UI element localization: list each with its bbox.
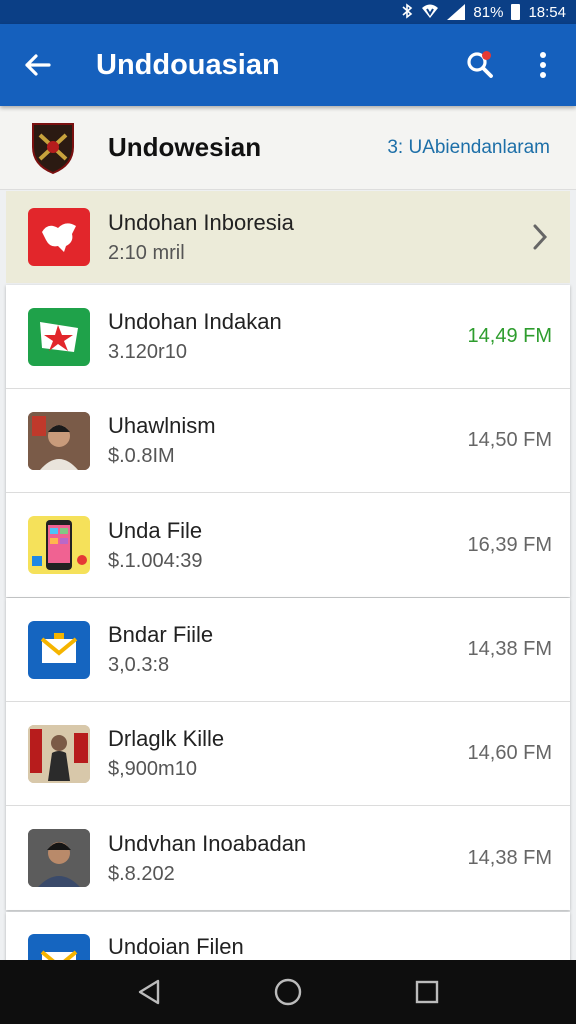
app-title: Unddouasian	[96, 48, 280, 81]
person-photo-icon	[28, 724, 90, 783]
person-photo-icon	[28, 829, 90, 887]
status-time: 18:54	[528, 3, 566, 21]
list-item-sub: $,900m10	[108, 758, 197, 780]
list-item[interactable]: Drlaglk Kille $,900m10 14,60 FM	[6, 702, 570, 806]
list-item-name: Drlaglk Kille	[108, 726, 225, 751]
wifi-icon	[421, 3, 439, 22]
list-item-time: 14,60 FM	[467, 742, 552, 764]
list-item-time: 14,38 FM	[467, 638, 552, 660]
more-vert-icon	[540, 52, 546, 78]
featured-sub: 2:10 mril	[108, 241, 185, 264]
list-item-sub: 3.120r10	[108, 341, 187, 363]
list-item-time: 14,50 FM	[467, 429, 552, 451]
bluetooth-icon	[401, 2, 413, 22]
list-item[interactable]: Unda File $.1.004:39 16,39 FM	[6, 493, 570, 597]
battery-icon	[511, 4, 521, 20]
list-item-time: 14,49 FM	[467, 325, 552, 347]
red-app-icon	[28, 208, 90, 266]
phone-app-icon	[28, 516, 90, 574]
person-photo-icon	[28, 411, 90, 470]
list-item[interactable]: Undvhan Inoabadan $.8.202 14,38 FM	[6, 806, 570, 910]
notification-dot	[482, 51, 491, 60]
signal-icon	[447, 4, 466, 20]
list-card: Bndar Fiile 3,0.3:8 14,38 FM Drlaglk Kil…	[6, 598, 570, 910]
list-item-time: 16,39 FM	[467, 533, 552, 556]
nav-back-icon	[139, 979, 160, 1005]
nav-home-icon	[274, 978, 302, 1006]
nav-recents-icon	[415, 980, 438, 1004]
battery-percent: 81%	[473, 3, 504, 21]
list-card: Undohan Indakan 3.120r10 14,49 FM Uhawln…	[6, 285, 570, 597]
search-button[interactable]	[450, 24, 510, 106]
header-link[interactable]: 3: UAbiendanlaram	[387, 137, 550, 159]
nav-home-button[interactable]	[268, 972, 308, 1012]
green-star-app-icon	[28, 307, 90, 366]
list-item[interactable]: Bndar Fiile 3,0.3:8 14,38 FM	[6, 598, 570, 702]
arrow-left-icon	[25, 54, 51, 76]
back-button[interactable]	[0, 24, 74, 106]
header-title: Undowesian	[108, 132, 262, 162]
list-item-name: Undoian Filen	[108, 934, 244, 959]
status-bar: 81% 18:54	[0, 0, 576, 24]
list-item-sub: $.8.202	[108, 862, 175, 885]
featured-name: Undohan Inboresia	[108, 209, 294, 235]
chevron-right-icon	[533, 224, 548, 250]
crest-icon	[32, 122, 74, 174]
list-item-time: 14,38 FM	[467, 846, 552, 869]
header-row: Undowesian 3: UAbiendanlaram	[0, 106, 576, 190]
list-item[interactable]: Undohan Indakan 3.120r10 14,49 FM	[6, 285, 570, 389]
list-item[interactable]: Uhawlnism $.0.8IM 14,50 FM	[6, 389, 570, 493]
list-item-name: Bndar Fiile	[108, 622, 214, 647]
list-item-sub: $.1.004:39	[108, 549, 203, 572]
mail-app-icon	[28, 620, 90, 679]
list-item-sub: 3,0.3:8	[108, 654, 170, 676]
list-item-name: Undohan Indakan	[108, 309, 282, 334]
list-item-sub: $.0.8IM	[108, 445, 175, 467]
list-item-name: Unda File	[108, 517, 203, 543]
navigation-bar	[0, 960, 576, 1024]
list-item-name: Uhawlnism	[108, 413, 216, 438]
nav-back-button[interactable]	[129, 972, 169, 1012]
app-bar: Unddouasian	[0, 24, 576, 106]
nav-recents-button[interactable]	[407, 972, 447, 1012]
featured-row[interactable]: Undohan Inboresia 2:10 mril	[6, 191, 570, 283]
list-item-name: Undvhan Inoabadan	[108, 830, 307, 856]
more-button[interactable]	[510, 24, 576, 106]
